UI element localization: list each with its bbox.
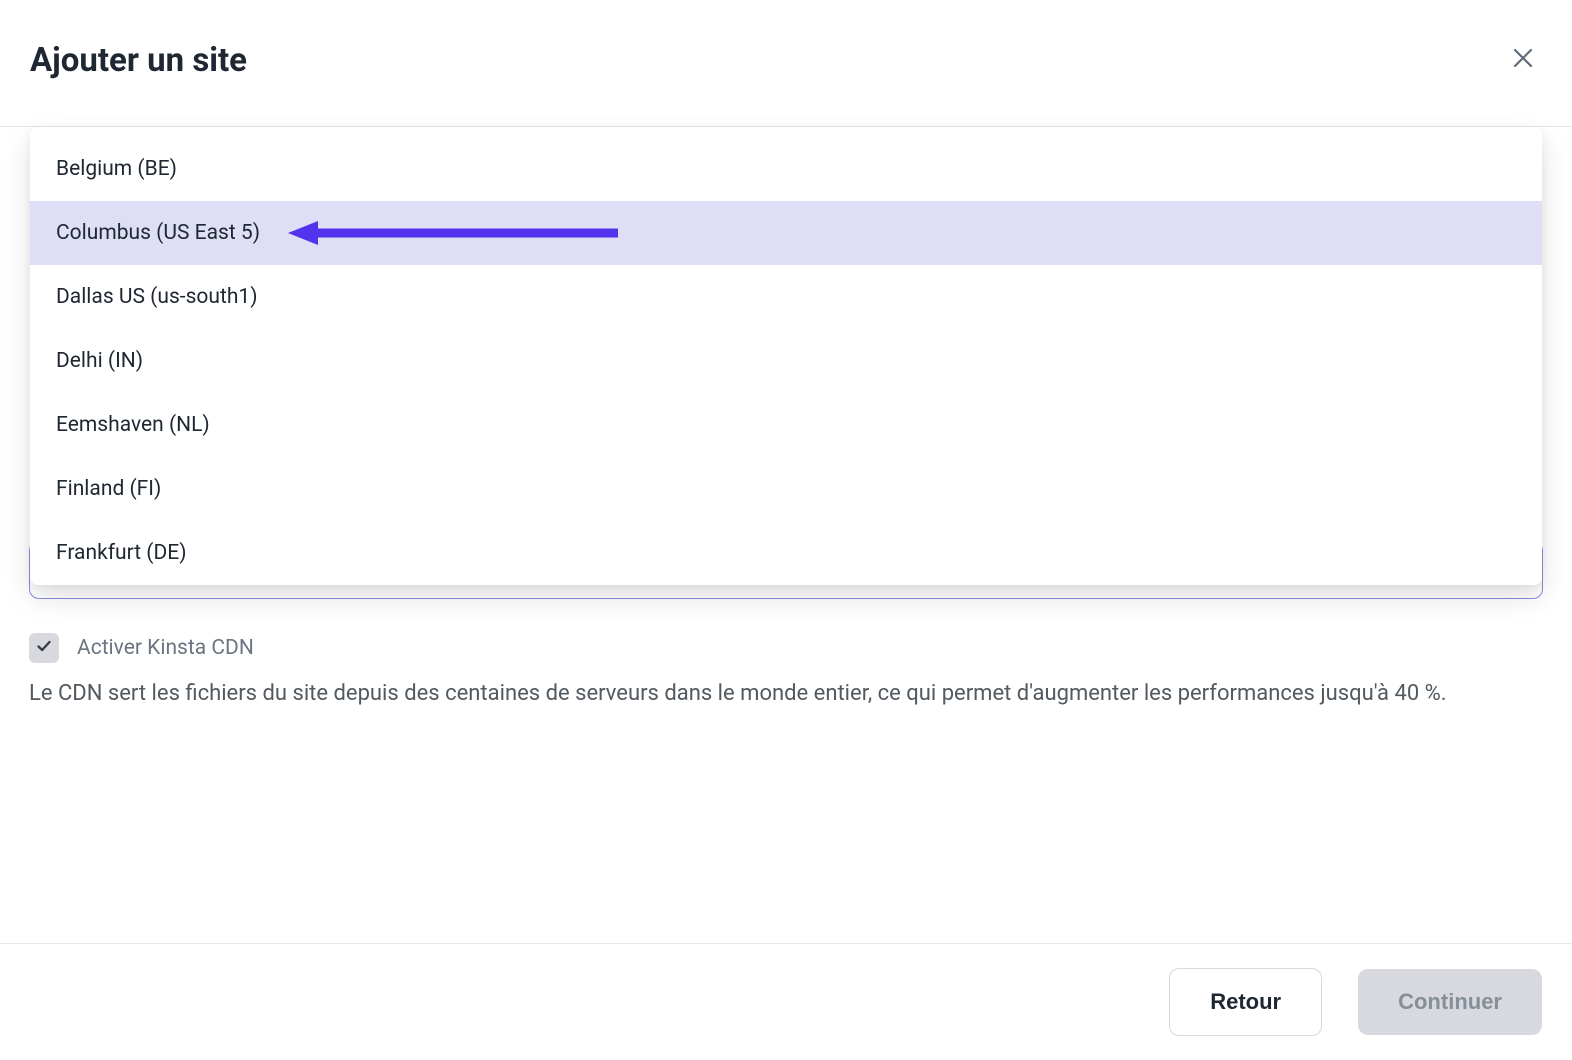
cdn-checkbox[interactable] (29, 633, 59, 663)
datacenter-option-label: Dallas US (us-south1) (56, 285, 258, 309)
datacenter-option[interactable]: Eemshaven (NL) (30, 393, 1542, 457)
datacenter-option-label: Columbus (US East 5) (56, 221, 260, 245)
datacenter-option-label: Delhi (IN) (56, 349, 143, 373)
cdn-section: Activer Kinsta CDN Le CDN sert les fichi… (29, 633, 1543, 711)
datacenter-dropdown-panel: Belgium (BE) Columbus (US East 5) Dallas U… (30, 127, 1542, 585)
back-button[interactable]: Retour (1169, 968, 1322, 1036)
cdn-checkbox-label: Activer Kinsta CDN (77, 636, 254, 660)
datacenter-option-label: Eemshaven (NL) (56, 413, 210, 437)
close-icon (1512, 48, 1534, 75)
cdn-description: Le CDN sert les fichiers du site depuis … (29, 677, 1543, 711)
datacenter-option[interactable]: Finland (FI) (30, 457, 1542, 521)
modal-footer: Retour Continuer (0, 943, 1572, 1060)
datacenter-option[interactable]: Frankfurt (DE) (30, 521, 1542, 585)
check-icon (36, 638, 52, 658)
continue-button[interactable]: Continuer (1358, 969, 1542, 1035)
datacenter-option[interactable]: Delhi (IN) (30, 329, 1542, 393)
cdn-checkbox-row: Activer Kinsta CDN (29, 633, 1543, 663)
close-button[interactable] (1504, 39, 1542, 82)
datacenter-option-label: Belgium (BE) (56, 157, 177, 181)
datacenter-option-label: Finland (FI) (56, 477, 161, 501)
datacenter-option[interactable]: Columbus (US East 5) (30, 201, 1542, 265)
modal-header: Ajouter un site (0, 0, 1572, 127)
annotation-arrow-icon (288, 218, 618, 248)
datacenter-option-label: Frankfurt (DE) (56, 541, 187, 565)
datacenter-option[interactable]: Belgium (BE) (30, 137, 1542, 201)
datacenter-option[interactable]: Dallas US (us-south1) (30, 265, 1542, 329)
page-title: Ajouter un site (30, 41, 247, 80)
modal-body: Belgium (BE) Columbus (US East 5) Dallas U… (0, 127, 1572, 943)
